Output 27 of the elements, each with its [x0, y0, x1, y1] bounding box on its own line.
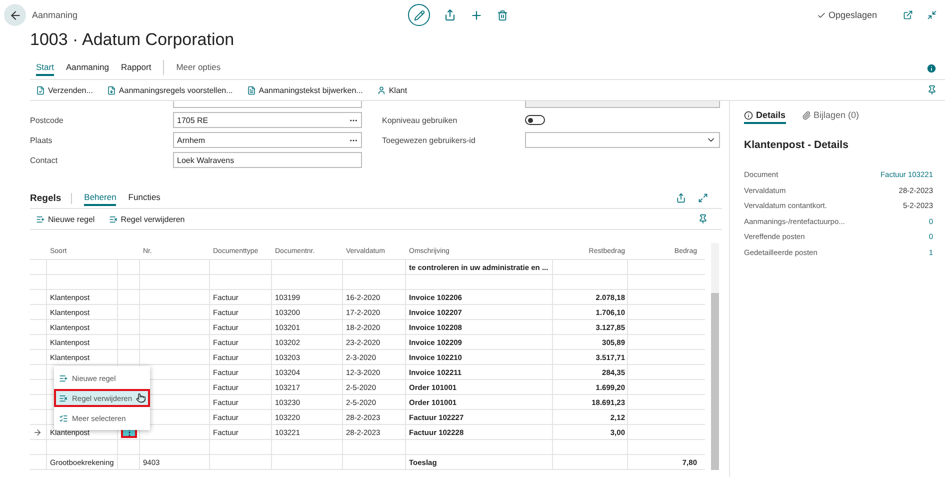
- field-label: Plaats: [30, 136, 54, 144]
- input-field[interactable]: Arnhem: [173, 132, 362, 148]
- action-button[interactable]: Regel verwijderen: [108, 214, 185, 224]
- action-button[interactable]: Klant: [376, 86, 408, 94]
- factbox-title: Klantenpost - Details: [744, 139, 850, 151]
- action-button[interactable]: Aanmaningstekst bijwerken...: [246, 86, 363, 94]
- action-tab[interactable]: Meer opties: [163, 60, 221, 76]
- input-field[interactable]: 1705 RE: [173, 112, 362, 128]
- input-field[interactable]: Loek Walravens: [173, 152, 362, 168]
- action-button[interactable]: Nieuwe regel: [36, 214, 95, 224]
- action-tab[interactable]: Rapport: [120, 60, 152, 76]
- action-button[interactable]: Verzenden...: [36, 86, 93, 94]
- save-status: Opgeslagen: [828, 10, 877, 20]
- factbox-tab[interactable]: Details: [744, 108, 786, 124]
- section-title: Regels: [30, 192, 72, 204]
- field-label: Kopniveau gebruiken: [382, 116, 458, 124]
- breadcrumb: Aanmaning: [32, 10, 79, 20]
- action-tab[interactable]: Start: [36, 60, 54, 76]
- factbox-tab[interactable]: Bijlagen (0): [802, 108, 860, 124]
- section-tab[interactable]: Beheren: [84, 190, 116, 206]
- section-tab[interactable]: Functies: [128, 190, 160, 206]
- action-tab[interactable]: Aanmaning: [66, 60, 109, 76]
- field-label: Toegewezen gebruikers-id: [382, 136, 476, 144]
- field-label: Postcode: [30, 116, 64, 124]
- page-title: 1003 · Adatum Corporation: [29, 30, 236, 51]
- field-label: Contact: [30, 156, 59, 164]
- action-button[interactable]: Aanmaningsregels voorstellen...: [106, 86, 233, 94]
